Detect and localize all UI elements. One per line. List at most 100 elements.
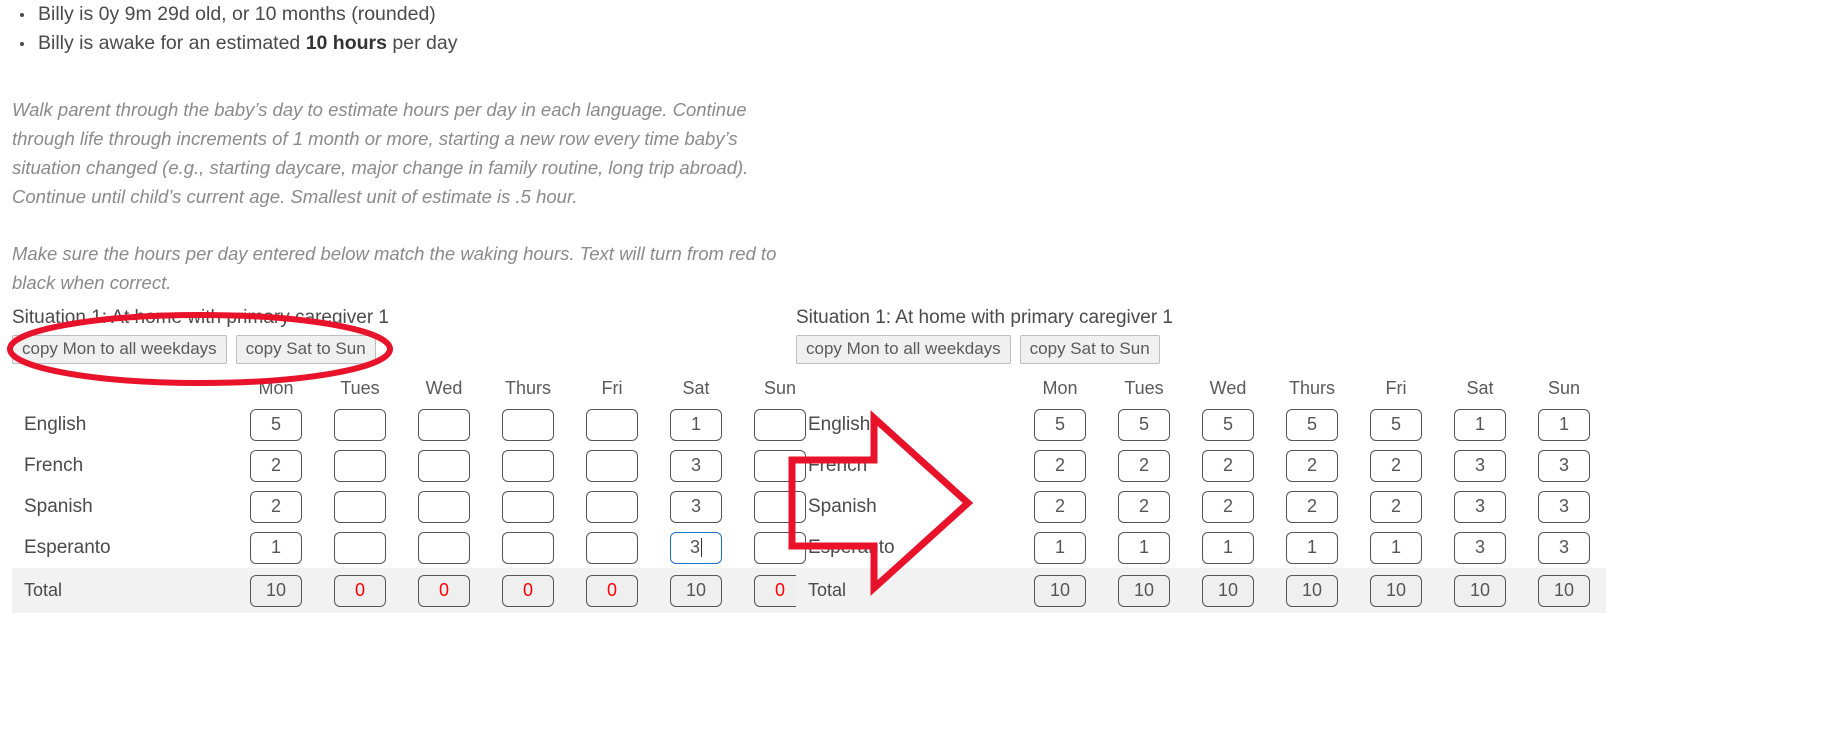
hours-input-spanish-mon[interactable] bbox=[1034, 490, 1086, 523]
hours-input-english-sat[interactable] bbox=[670, 408, 722, 441]
hours-input-esperanto-fri[interactable] bbox=[586, 531, 638, 564]
hours-input-english-fri[interactable] bbox=[586, 408, 638, 441]
hours-input-spanish-sun[interactable] bbox=[1538, 490, 1590, 523]
hours-cell bbox=[402, 527, 486, 568]
copy-buttons-left: copy Mon to all weekdays copy Sat to Sun bbox=[12, 335, 822, 364]
day-header-tues: Tues bbox=[1124, 377, 1164, 398]
total-value-tues bbox=[1118, 574, 1170, 607]
language-label-spanish: Spanish bbox=[24, 495, 93, 517]
situation-panel-right: Situation 1: At home with primary caregi… bbox=[796, 305, 1606, 613]
copy-mon-to-weekdays-button-left[interactable]: copy Mon to all weekdays bbox=[12, 335, 227, 364]
hours-cell bbox=[234, 445, 318, 486]
hours-cell bbox=[570, 527, 654, 568]
hours-input-english-thurs[interactable] bbox=[1286, 408, 1338, 441]
copy-sat-to-sun-button-right[interactable]: copy Sat to Sun bbox=[1019, 335, 1160, 364]
bullet-text-bold: 10 hours bbox=[305, 32, 387, 54]
hours-input-esperanto-thurs[interactable] bbox=[502, 531, 554, 564]
hours-cell bbox=[1186, 445, 1270, 486]
hours-input-french-thurs[interactable] bbox=[502, 449, 554, 482]
hours-input-spanish-tues[interactable] bbox=[1118, 490, 1170, 523]
copy-mon-to-weekdays-button-right[interactable]: copy Mon to all weekdays bbox=[796, 335, 1011, 364]
hours-cell bbox=[1522, 445, 1606, 486]
hours-input-english-sat[interactable] bbox=[1454, 408, 1506, 441]
hours-input-french-mon[interactable] bbox=[1034, 449, 1086, 482]
hours-input-esperanto-sat[interactable] bbox=[1454, 531, 1506, 564]
hours-input-french-thurs[interactable] bbox=[1286, 449, 1338, 482]
hours-input-esperanto-thurs[interactable] bbox=[1286, 531, 1338, 564]
hours-input-french-mon[interactable] bbox=[250, 449, 302, 482]
hours-input-french-fri[interactable] bbox=[1370, 449, 1422, 482]
hours-input-spanish-thurs[interactable] bbox=[1286, 490, 1338, 523]
hours-input-esperanto-wed[interactable] bbox=[418, 531, 470, 564]
total-cell bbox=[1102, 568, 1186, 613]
hours-input-esperanto-sat[interactable]: 3 bbox=[670, 531, 722, 564]
text-cursor bbox=[701, 538, 702, 557]
language-label-english: English bbox=[808, 413, 871, 435]
hours-input-spanish-wed[interactable] bbox=[418, 490, 470, 523]
total-cell bbox=[1438, 568, 1522, 613]
copy-sat-to-sun-button-left[interactable]: copy Sat to Sun bbox=[235, 335, 376, 364]
hours-cell bbox=[1354, 486, 1438, 527]
hours-input-esperanto-wed[interactable] bbox=[1202, 531, 1254, 564]
hours-cell bbox=[1522, 527, 1606, 568]
hours-input-english-fri[interactable] bbox=[1370, 408, 1422, 441]
total-value-fri bbox=[1370, 574, 1422, 607]
hours-input-english-sun[interactable] bbox=[1538, 408, 1590, 441]
hours-input-english-mon[interactable] bbox=[250, 408, 302, 441]
hours-input-french-sat[interactable] bbox=[1454, 449, 1506, 482]
hours-input-french-tues[interactable] bbox=[334, 449, 386, 482]
hours-input-english-wed[interactable] bbox=[418, 408, 470, 441]
hours-cell bbox=[486, 527, 570, 568]
instructions-paragraph-1: Walk parent through the baby’s day to es… bbox=[12, 99, 749, 207]
hours-input-french-wed[interactable] bbox=[418, 449, 470, 482]
hours-input-english-mon[interactable] bbox=[1034, 408, 1086, 441]
hours-input-spanish-sat[interactable] bbox=[1454, 490, 1506, 523]
bullet-text: Billy is 0y 9m 29d old, or 10 months (ro… bbox=[38, 3, 436, 25]
hours-input-esperanto-mon[interactable] bbox=[250, 531, 302, 564]
hours-input-french-sun[interactable] bbox=[1538, 449, 1590, 482]
total-value-sun bbox=[1538, 574, 1590, 607]
hours-cell bbox=[1018, 404, 1102, 445]
hours-input-english-wed[interactable] bbox=[1202, 408, 1254, 441]
hours-input-english-tues[interactable] bbox=[1118, 408, 1170, 441]
hours-input-french-sat[interactable] bbox=[670, 449, 722, 482]
hours-input-spanish-mon[interactable] bbox=[250, 490, 302, 523]
total-value-mon bbox=[250, 574, 302, 607]
hours-cell bbox=[486, 404, 570, 445]
total-label: Total bbox=[24, 580, 63, 600]
hours-input-esperanto-fri[interactable] bbox=[1370, 531, 1422, 564]
hours-input-spanish-sat[interactable] bbox=[670, 490, 722, 523]
day-header-thurs: Thurs bbox=[504, 377, 551, 398]
total-cell bbox=[402, 568, 486, 613]
total-value-wed bbox=[418, 574, 470, 607]
hours-input-french-wed[interactable] bbox=[1202, 449, 1254, 482]
hours-cell bbox=[654, 404, 738, 445]
total-cell bbox=[1354, 568, 1438, 613]
hours-cell bbox=[234, 404, 318, 445]
hours-input-esperanto-mon[interactable] bbox=[1034, 531, 1086, 564]
hours-cell bbox=[1522, 404, 1606, 445]
hours-input-english-tues[interactable] bbox=[334, 408, 386, 441]
hours-input-french-tues[interactable] bbox=[1118, 449, 1170, 482]
day-header-mon: Mon bbox=[258, 377, 294, 398]
hours-cell bbox=[402, 404, 486, 445]
hours-input-spanish-tues[interactable] bbox=[334, 490, 386, 523]
hours-input-spanish-wed[interactable] bbox=[1202, 490, 1254, 523]
hours-input-spanish-fri[interactable] bbox=[1370, 490, 1422, 523]
hours-cell bbox=[234, 527, 318, 568]
hours-cell bbox=[570, 404, 654, 445]
hours-input-esperanto-tues[interactable] bbox=[1118, 531, 1170, 564]
hours-cell bbox=[1102, 404, 1186, 445]
hours-input-french-fri[interactable] bbox=[586, 449, 638, 482]
hours-cell bbox=[1438, 404, 1522, 445]
table-row: Spanish bbox=[796, 486, 1606, 527]
hours-input-spanish-thurs[interactable] bbox=[502, 490, 554, 523]
hours-cell bbox=[1438, 486, 1522, 527]
day-header-fri: Fri bbox=[601, 377, 623, 398]
hours-input-esperanto-sun[interactable] bbox=[1538, 531, 1590, 564]
hours-input-english-thurs[interactable] bbox=[502, 408, 554, 441]
hours-cell bbox=[1270, 527, 1354, 568]
hours-input-spanish-fri[interactable] bbox=[586, 490, 638, 523]
hours-input-esperanto-tues[interactable] bbox=[334, 531, 386, 564]
total-label: Total bbox=[808, 580, 847, 600]
